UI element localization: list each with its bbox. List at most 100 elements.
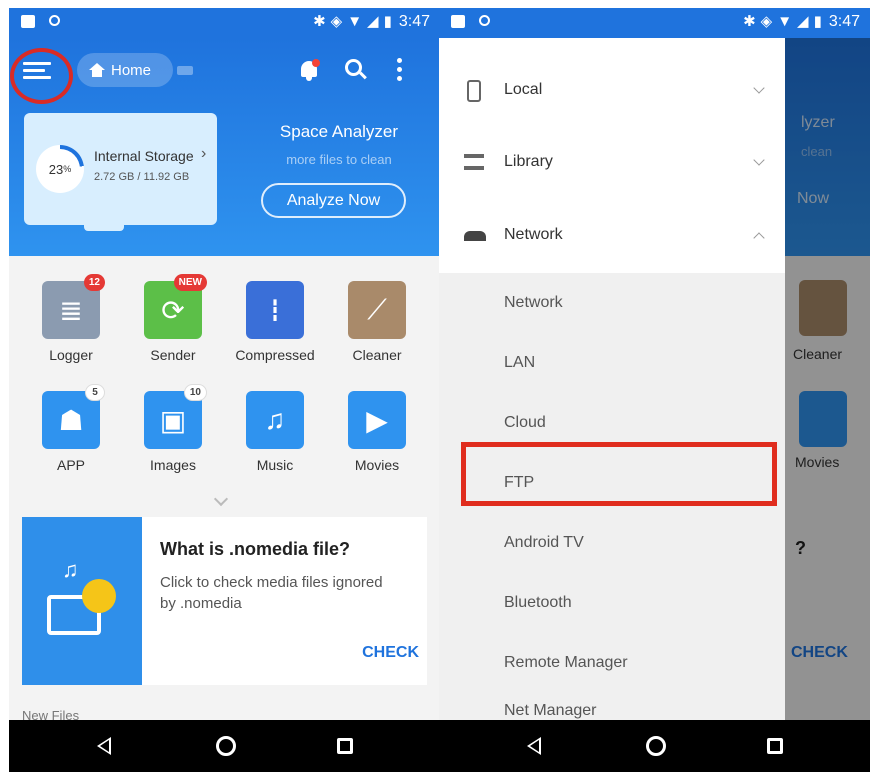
overflow-menu-icon[interactable] bbox=[397, 58, 403, 82]
home-label: Home bbox=[111, 61, 152, 79]
sender-badge: NEW bbox=[173, 274, 207, 291]
hidden-eye-icon bbox=[82, 579, 116, 613]
bluetooth-icon: ✱ bbox=[313, 13, 326, 30]
app-label: Sender bbox=[150, 347, 196, 363]
drawer-section-library[interactable]: Library bbox=[439, 132, 785, 192]
storage-title: Internal Storage bbox=[94, 148, 194, 164]
clock: 3:47 bbox=[828, 13, 860, 30]
app-music[interactable]: ♫ Music bbox=[225, 391, 325, 473]
gallery-notification-icon bbox=[21, 15, 35, 28]
drawer-item-net-manager[interactable]: Net Manager bbox=[439, 693, 785, 720]
chevron-down-icon bbox=[753, 154, 765, 166]
internal-storage-card[interactable]: 23% Internal Storage › 2.72 GB / 11.92 G… bbox=[24, 113, 217, 231]
drawer-item-label: Network bbox=[504, 294, 563, 311]
app-sender[interactable]: ⟳ NEW Sender bbox=[123, 274, 223, 363]
app-app[interactable]: ☗ 5 APP bbox=[21, 384, 121, 473]
drawer-item-label: Android TV bbox=[504, 534, 584, 551]
music-note-icon: ♫ bbox=[62, 557, 79, 582]
battery-icon: ▮ bbox=[813, 13, 822, 30]
app-label: Logger bbox=[49, 347, 93, 363]
drawer-item-label: Remote Manager bbox=[504, 654, 628, 671]
shield-notification-icon bbox=[479, 15, 490, 26]
app-label: Compressed bbox=[235, 347, 315, 363]
drawer-section-network[interactable]: Network bbox=[439, 205, 785, 265]
storage-percent: 23 bbox=[48, 161, 64, 177]
drawer-item-lan[interactable]: LAN bbox=[439, 333, 785, 393]
drawer-item-label: Bluetooth bbox=[504, 594, 572, 611]
router-icon bbox=[464, 231, 486, 241]
home-circle-icon[interactable] bbox=[216, 736, 236, 756]
app-images[interactable]: ▣ 10 Images bbox=[123, 384, 223, 473]
phone-icon bbox=[467, 80, 481, 102]
back-icon[interactable] bbox=[97, 737, 111, 755]
space-analyzer-title: Space Analyzer bbox=[279, 122, 399, 141]
app-label: Cleaner bbox=[352, 347, 402, 363]
android-icon: ☗ 5 bbox=[42, 384, 105, 449]
vibrate-icon: ◈ bbox=[330, 13, 343, 30]
logger-badge: 12 bbox=[83, 274, 105, 291]
app-movies[interactable]: ▶ Movies bbox=[327, 391, 427, 473]
image-icon: ▣ 10 bbox=[144, 384, 207, 449]
home-circle-icon[interactable] bbox=[646, 736, 666, 756]
nomedia-title: What is .nomedia file? bbox=[160, 539, 351, 559]
status-bar: ✱ ◈ ▼ ◢ ▮ 3:47 bbox=[9, 8, 440, 38]
home-screen: ✱ ◈ ▼ ◢ ▮ 3:47 Home 23% Internal Storage… bbox=[9, 8, 440, 772]
window-switch-icon[interactable] bbox=[177, 66, 193, 75]
app-label: Music bbox=[256, 457, 294, 473]
app-logger[interactable]: ≣ 12 Logger bbox=[21, 274, 121, 363]
search-icon[interactable] bbox=[345, 59, 367, 81]
signal-icon: ◢ bbox=[797, 13, 809, 30]
menu-highlight-circle bbox=[10, 48, 73, 104]
drawer-item-network[interactable]: Network bbox=[439, 273, 785, 333]
app-badge: 5 bbox=[85, 384, 105, 401]
app-compressed[interactable]: ┇ Compressed bbox=[225, 281, 325, 363]
images-badge: 10 bbox=[183, 384, 207, 401]
analyze-now-button[interactable]: Analyze Now bbox=[261, 183, 406, 218]
gallery-notification-icon bbox=[451, 15, 465, 28]
shield-notification-icon bbox=[49, 15, 60, 26]
check-button[interactable]: CHECK bbox=[362, 644, 419, 662]
expand-chevron-icon[interactable] bbox=[213, 491, 229, 507]
home-icon bbox=[89, 63, 105, 77]
back-icon[interactable] bbox=[527, 737, 541, 755]
space-analyzer-subtitle: more files to clean bbox=[286, 152, 392, 167]
drawer-item-bluetooth[interactable]: Bluetooth bbox=[439, 573, 785, 633]
chevron-up-icon bbox=[753, 232, 765, 244]
bluetooth-icon: ✱ bbox=[743, 13, 756, 30]
wifi-icon: ▼ bbox=[777, 13, 793, 30]
app-label: Images bbox=[150, 457, 196, 473]
storage-percent-unit: % bbox=[63, 164, 72, 174]
drawer-screen: ✱ ◈ ▼ ◢ ▮ 3:47 lyzer clean Now Cleaner M… bbox=[439, 8, 870, 772]
nav-bar bbox=[439, 720, 870, 772]
navigation-drawer: Local Library Network Network LAN Cloud … bbox=[439, 38, 785, 720]
battery-icon: ▮ bbox=[383, 13, 392, 30]
nomedia-illustration: ♫ bbox=[22, 517, 142, 685]
drawer-section-label: Library bbox=[504, 153, 553, 170]
ftp-highlight-box bbox=[461, 442, 777, 506]
clock: 3:47 bbox=[398, 13, 430, 30]
nomedia-card[interactable]: ♫ What is .nomedia file? Click to check … bbox=[22, 517, 427, 685]
home-breadcrumb[interactable]: Home bbox=[77, 53, 173, 87]
logger-icon: ≣ 12 bbox=[42, 274, 105, 339]
recents-icon[interactable] bbox=[337, 738, 353, 754]
nav-bar bbox=[9, 720, 440, 772]
drawer-item-label: Net Manager bbox=[504, 702, 597, 719]
recents-icon[interactable] bbox=[767, 738, 783, 754]
drawer-section-local[interactable]: Local bbox=[439, 60, 785, 120]
broom-icon: ⟋ bbox=[348, 281, 406, 339]
layers-icon bbox=[464, 154, 484, 170]
drawer-item-android-tv[interactable]: Android TV bbox=[439, 513, 785, 573]
home-header: Home 23% Internal Storage › 2.72 GB / 11… bbox=[9, 38, 440, 256]
app-cleaner[interactable]: ⟋ Cleaner bbox=[327, 281, 427, 363]
drawer-item-remote-manager[interactable]: Remote Manager bbox=[439, 633, 785, 693]
status-bar: ✱ ◈ ▼ ◢ ▮ 3:47 bbox=[439, 8, 870, 38]
movie-icon: ▶ bbox=[348, 391, 406, 449]
chevron-down-icon bbox=[753, 82, 765, 94]
app-label: APP bbox=[56, 457, 85, 473]
notification-bell-icon[interactable] bbox=[299, 59, 320, 81]
signal-icon: ◢ bbox=[367, 13, 379, 30]
drawer-section-label: Local bbox=[504, 81, 543, 98]
chevron-right-icon: › bbox=[201, 145, 207, 162]
drawer-section-label: Network bbox=[504, 226, 563, 243]
storage-usage-ring: 23% bbox=[36, 145, 84, 193]
